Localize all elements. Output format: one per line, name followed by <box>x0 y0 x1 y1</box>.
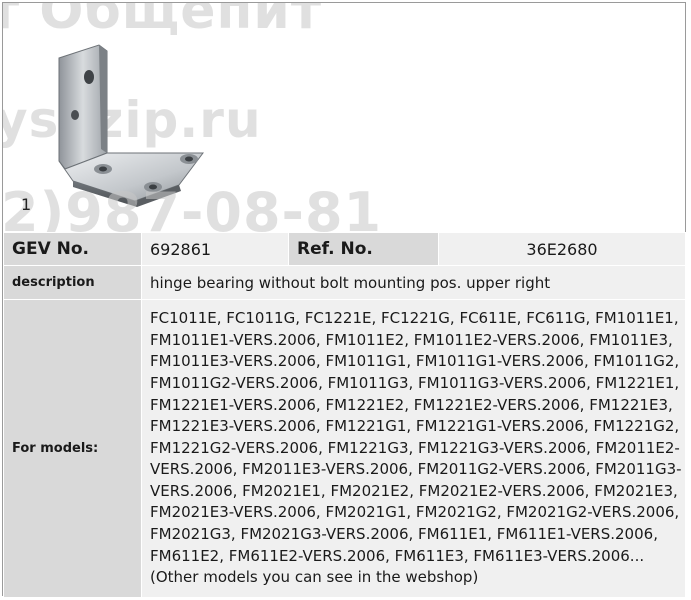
watermark-text: 2)987-08-81 <box>3 181 383 232</box>
product-image-area: т Общепит ysezip.ru 2)987-08-81 1 <box>3 3 685 232</box>
models-list: FC1011E, FC1011G, FC1221E, FC1221G, FC61… <box>141 299 686 598</box>
description-value: hinge bearing without bolt mounting pos.… <box>141 265 686 300</box>
ref-label: Ref. No. <box>288 232 439 266</box>
spec-table: GEV No. 692861 Ref. No. 36E2680 descript… <box>3 232 686 598</box>
models-line: FM1221E1-VERS.2006, FM1221E2, FM1221E2-V… <box>150 395 673 414</box>
models-line: FM1011G2-VERS.2006, FM1011G3, FM1011G3-V… <box>150 373 680 392</box>
models-line: VERS.2006, FM2011E3-VERS.2006, FM2011G2-… <box>150 460 682 479</box>
models-line: FM1221G2-VERS.2006, FM1221G3, FM1221G3-V… <box>150 438 680 457</box>
gev-value: 692861 <box>141 232 289 266</box>
models-line: FC1011E, FC1011G, FC1221E, FC1221G, FC61… <box>150 309 679 328</box>
models-line: FM1221E3-VERS.2006, FM1221G1, FM1221G1-V… <box>150 417 680 436</box>
models-label: For models: <box>3 299 142 598</box>
description-row: description hinge bearing without bolt m… <box>3 265 686 300</box>
models-line: (Other models you can see in the webshop… <box>150 568 479 587</box>
description-label: description <box>3 265 142 300</box>
models-line: VERS.2006, FM2021E1, FM2021E2, FM2021E2-… <box>150 481 678 500</box>
spare-part-card: т Общепит ysezip.ru 2)987-08-81 1 GEV No… <box>2 2 686 598</box>
models-line: FM2021G3, FM2021G3-VERS.2006, FM611E1, F… <box>150 525 658 544</box>
gev-label: GEV No. <box>3 232 142 266</box>
models-line: FM2021E3-VERS.2006, FM2021G1, FM2021G2, … <box>150 503 680 522</box>
models-line: FM611E2, FM611E2-VERS.2006, FM611E3, FM6… <box>150 546 645 565</box>
models-line: FM1011E3-VERS.2006, FM1011G1, FM1011G1-V… <box>150 352 680 371</box>
figure-number: 1 <box>21 195 32 214</box>
gev-row: GEV No. 692861 Ref. No. 36E2680 <box>3 232 686 266</box>
models-row: For models: FC1011E, FC1011G, FC1221E, F… <box>3 299 686 598</box>
ref-value: 36E2680 <box>438 232 686 266</box>
models-line: FM1011E1-VERS.2006, FM1011E2, FM1011E2-V… <box>150 330 673 349</box>
